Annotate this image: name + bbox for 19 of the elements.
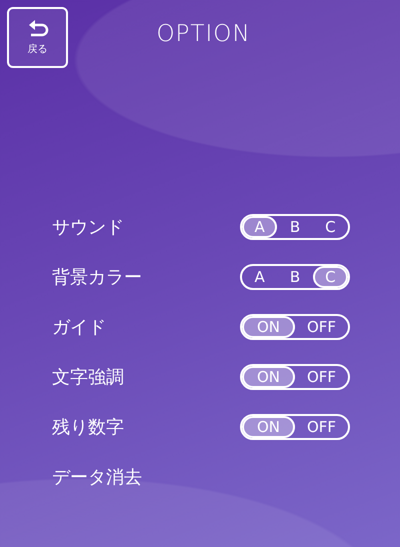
delete-data-button[interactable]: データ消去 [52, 465, 142, 489]
toggle-option[interactable]: OFF [295, 416, 348, 438]
toggle-option[interactable]: ON [242, 366, 295, 388]
toggle-option[interactable]: B [277, 216, 313, 238]
toggle-option[interactable]: OFF [295, 366, 348, 388]
toggle-option[interactable]: C [312, 216, 348, 238]
setting-label: サウンド [52, 216, 124, 239]
toggle-option[interactable]: OFF [295, 316, 348, 338]
setting-label: 背景カラー [52, 266, 142, 289]
toggle-option[interactable]: A [242, 216, 278, 238]
back-button[interactable]: 戻る [7, 6, 68, 68]
toggle-option[interactable]: ON [242, 316, 295, 338]
toggle-option[interactable]: A [242, 266, 278, 288]
toggle-option[interactable]: B [277, 266, 313, 288]
setting-label: 文字強調 [52, 366, 124, 389]
toggle-option[interactable]: C [312, 266, 348, 288]
setting-label: 残り数字 [52, 416, 124, 439]
screen-title: OPTION [155, 21, 252, 47]
setting-label: ガイド [52, 316, 106, 339]
